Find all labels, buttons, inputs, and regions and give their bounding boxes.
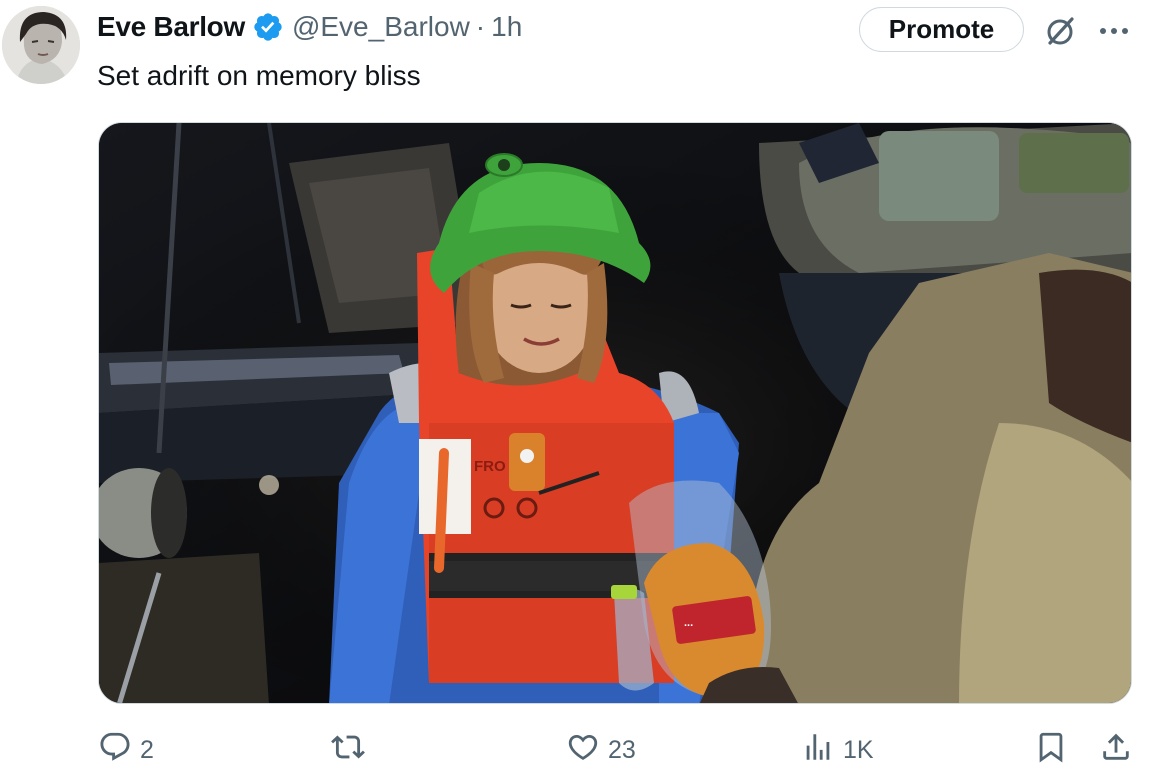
share-button[interactable] xyxy=(1099,726,1133,774)
repost-button[interactable] xyxy=(331,726,373,774)
promote-button[interactable]: Promote xyxy=(859,7,1024,52)
reply-icon xyxy=(98,730,132,771)
reply-count: 2 xyxy=(140,735,154,764)
like-count: 23 xyxy=(608,735,636,764)
author-handle[interactable]: @Eve_Barlow xyxy=(292,11,470,43)
tweet-photo[interactable]: FRO ... xyxy=(98,122,1132,704)
views-button[interactable]: 1K xyxy=(801,726,874,774)
reply-button[interactable]: 2 xyxy=(98,726,154,774)
like-button[interactable]: 23 xyxy=(566,726,636,774)
grok-icon[interactable] xyxy=(1042,13,1078,49)
avatar[interactable] xyxy=(2,6,80,84)
bread-label-text: ... xyxy=(684,617,693,629)
vest-logo-text: FRO xyxy=(474,458,506,475)
share-icon xyxy=(1099,730,1133,771)
bookmark-icon xyxy=(1034,730,1068,771)
tweet-header: Eve Barlow @Eve_Barlow · 1h xyxy=(97,8,522,46)
repost-icon xyxy=(331,730,365,771)
more-icon[interactable] xyxy=(1096,17,1132,45)
separator-dot: · xyxy=(475,11,486,42)
avatar-image xyxy=(2,6,80,84)
photo-illustration: FRO ... xyxy=(99,123,1131,703)
bookmark-button[interactable] xyxy=(1034,726,1068,774)
views-icon xyxy=(801,730,835,771)
tweet-text: Set adrift on memory bliss xyxy=(97,60,421,91)
views-count: 1K xyxy=(843,735,874,764)
action-bar: 2 23 1K xyxy=(0,726,1164,774)
timestamp[interactable]: 1h xyxy=(491,11,522,43)
author-name[interactable]: Eve Barlow xyxy=(97,11,245,43)
like-icon xyxy=(566,730,600,771)
verified-badge-icon xyxy=(252,11,284,43)
